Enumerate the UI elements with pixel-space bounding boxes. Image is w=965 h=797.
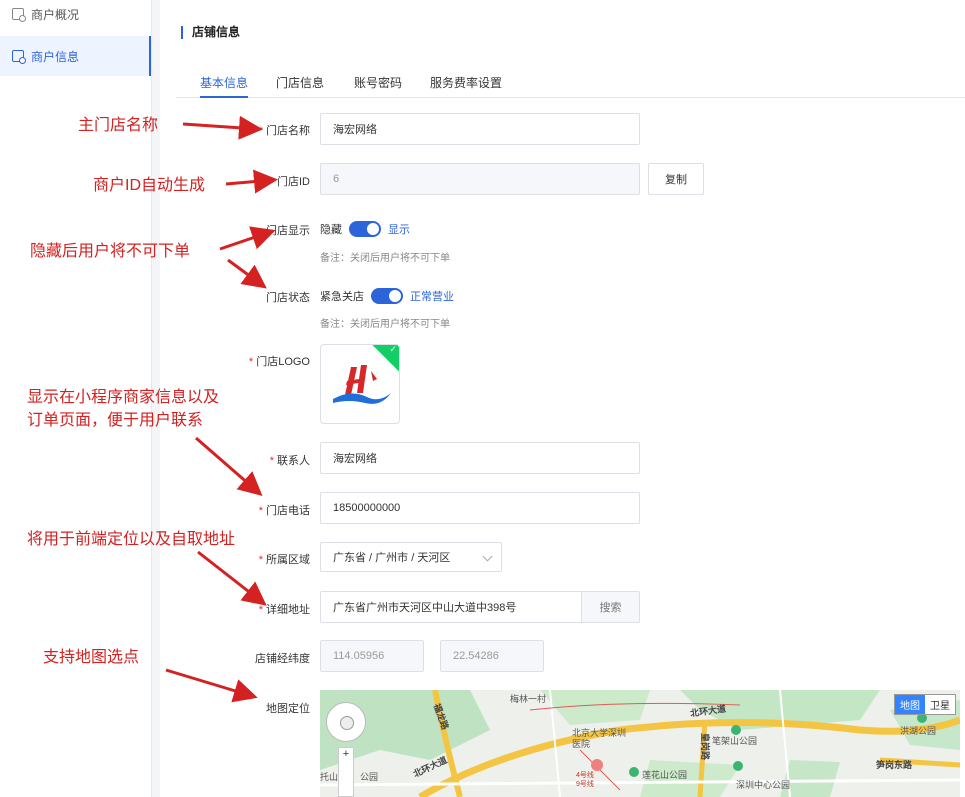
region-value: 广东省 / 广州市 / 天河区 xyxy=(333,552,451,564)
page-title: 店铺信息 xyxy=(181,26,240,39)
switch-off-text: 紧急关店 xyxy=(320,291,364,303)
tab-service-fee[interactable]: 服务费率设置 xyxy=(430,74,502,91)
longitude-input: 114.05956 xyxy=(320,640,424,672)
store-display-label: 门店显示 xyxy=(266,225,310,237)
switch-on-text: 显示 xyxy=(388,224,410,236)
annotation-contact-2: 订单页面，便于用户联系 xyxy=(27,412,204,429)
store-status-label: 门店状态 xyxy=(266,292,310,304)
tab-bar: 基本信息 门店信息 账号密码 服务费率设置 xyxy=(176,62,965,98)
map-label-text: 笔架山公园 xyxy=(712,736,758,746)
tab-store-info[interactable]: 门店信息 xyxy=(276,74,324,91)
map-label-text: 梅林一村 xyxy=(510,694,547,704)
map-label-text: 莲花山公园 xyxy=(642,770,688,780)
map-picker[interactable]: 梅林一村 福龙路 北环大道 北京大学深圳医院 皇岗路 笔架山公园 洪湖公园 北环… xyxy=(320,690,960,797)
switch-off-text: 隐藏 xyxy=(320,224,342,236)
map-label-text: 深圳中心公园 xyxy=(736,780,791,790)
sidebar-item-label: 商户概况 xyxy=(31,7,80,22)
document-icon xyxy=(12,8,26,22)
chevron-down-icon xyxy=(482,551,493,562)
map-zoom-control[interactable]: + xyxy=(338,747,354,797)
annotation-location: 将用于前端定位以及自取地址 xyxy=(27,531,236,548)
store-display-switch-row: 隐藏 显示 xyxy=(320,221,410,237)
map-type-satellite-button[interactable]: 卫星 xyxy=(925,695,955,714)
map-tiles xyxy=(320,690,960,797)
store-status-switch-row: 紧急关店 正常营业 xyxy=(320,288,454,304)
region-select[interactable]: 广东省 / 广州市 / 天河区 xyxy=(320,542,502,572)
store-status-switch[interactable] xyxy=(371,288,403,304)
region-label: * 所属区域 xyxy=(258,554,310,566)
map-road-label: 笋岗东路 xyxy=(876,760,913,770)
store-logo-label: * 门店LOGO xyxy=(248,356,310,368)
address-label: * 详细地址 xyxy=(258,604,310,616)
map-road-label: 皇岗路 xyxy=(700,732,711,761)
check-icon: ✓ xyxy=(389,344,397,354)
map-label-text: 北京大学深圳医院 xyxy=(572,728,627,749)
annotation-display: 隐藏后用户将不可下单 xyxy=(30,243,191,260)
contact-label: * 联系人 xyxy=(269,455,310,467)
annotation-store-id: 商户ID自动生成 xyxy=(93,177,206,194)
map-type-map-button[interactable]: 地图 xyxy=(895,695,925,714)
arrow-icon xyxy=(227,258,267,289)
phone-label: * 门店电话 xyxy=(258,505,310,517)
map-label-text: 公园 xyxy=(360,772,379,782)
address-input[interactable]: 广东省广州市天河区中山大道中398号 xyxy=(320,591,582,623)
map-label-text: 托山 xyxy=(320,772,339,782)
tab-account-password[interactable]: 账号密码 xyxy=(354,74,402,91)
map-label-text: 洪湖公园 xyxy=(900,726,937,736)
logo-uploader[interactable]: ✓ xyxy=(320,344,400,424)
copy-button[interactable]: 复制 xyxy=(648,163,704,195)
sidebar-item-merchant-info[interactable]: 商户信息 xyxy=(0,36,151,76)
store-name-label: * 门店名称 xyxy=(258,125,310,137)
map-type-switch: 地图 卫星 xyxy=(894,694,956,715)
annotation-contact-1: 显示在小程序商家信息以及 xyxy=(27,389,220,406)
sidebar-item-label: 商户信息 xyxy=(31,49,80,64)
tab-basic-info[interactable]: 基本信息 xyxy=(200,74,249,98)
store-status-note: 备注：关闭后用户将不可下单 xyxy=(320,319,450,330)
coords-label: 店铺经纬度 xyxy=(255,653,310,665)
zoom-in-icon[interactable]: + xyxy=(343,748,349,760)
annotation-map: 支持地图选点 xyxy=(43,649,140,666)
annotation-store-name: 主门店名称 xyxy=(78,117,159,134)
switch-on-text: 正常营业 xyxy=(410,291,454,303)
store-id-input: 6 xyxy=(320,163,640,195)
map-pan-control[interactable] xyxy=(326,702,366,742)
arrow-icon xyxy=(165,668,258,703)
latitude-input: 22.54286 xyxy=(440,640,544,672)
document-icon xyxy=(12,50,26,64)
store-name-input[interactable]: 海宏网络 xyxy=(320,113,640,145)
store-id-label: 门店ID xyxy=(277,176,310,188)
address-search-button[interactable]: 搜索 xyxy=(581,591,640,623)
contact-input[interactable]: 海宏网络 xyxy=(320,442,640,474)
map-metro-label: 9号线 xyxy=(576,781,594,788)
sidebar-item-merchant-overview[interactable]: 商户概况 xyxy=(0,0,151,34)
map-label: 地图定位 xyxy=(266,703,310,715)
phone-input[interactable]: 18500000000 xyxy=(320,492,640,524)
store-display-note: 备注：关闭后用户将不可下单 xyxy=(320,253,450,264)
store-display-switch[interactable] xyxy=(349,221,381,237)
